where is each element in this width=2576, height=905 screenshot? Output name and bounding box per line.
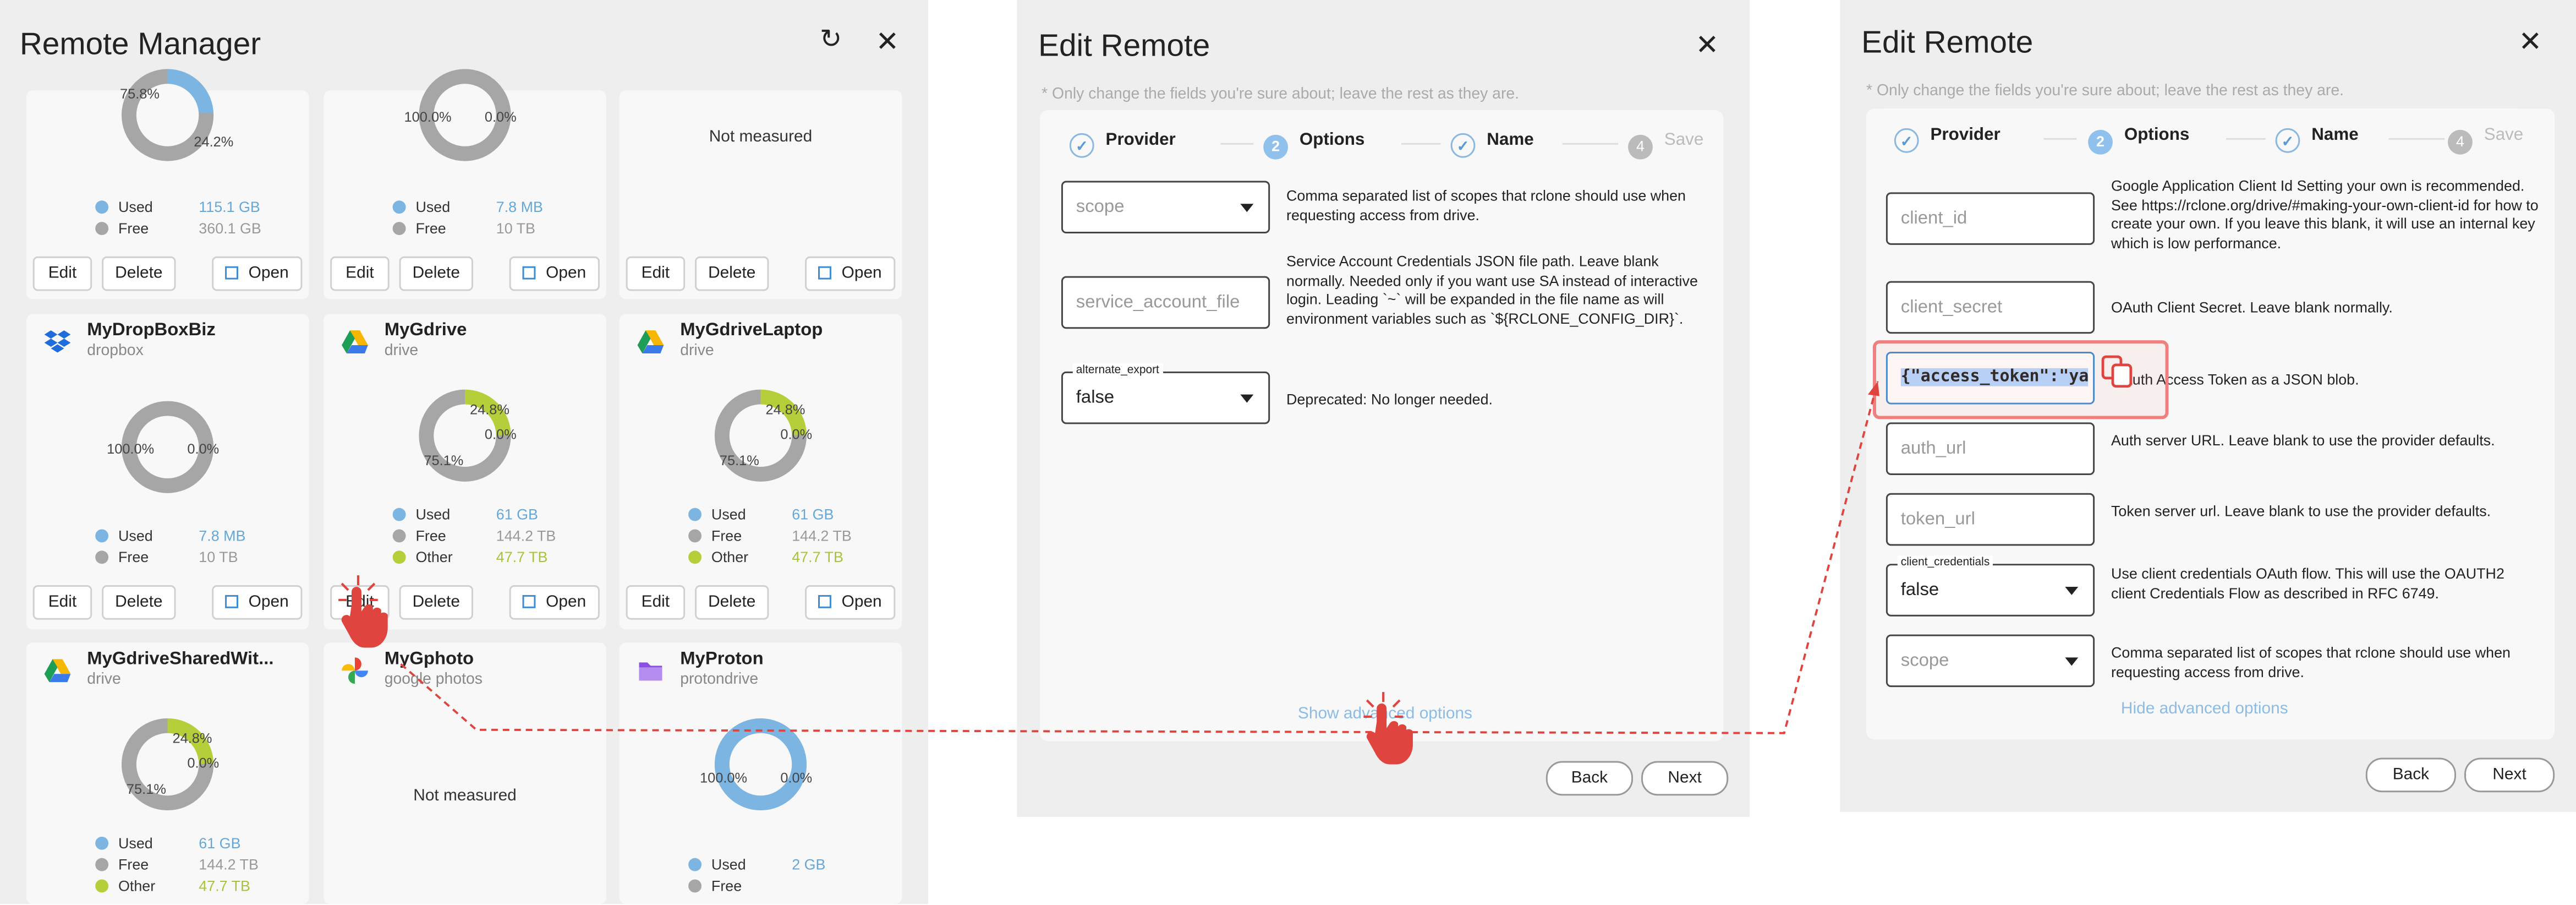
hand-pointer-icon [1366, 703, 1413, 765]
click-burst-icon [338, 575, 1404, 718]
flow-arrow-line [400, 381, 1879, 734]
annotation-overlay [338, 381, 1879, 765]
arrow-head-icon [1868, 381, 1879, 396]
hand-pointer-icon [341, 586, 388, 648]
